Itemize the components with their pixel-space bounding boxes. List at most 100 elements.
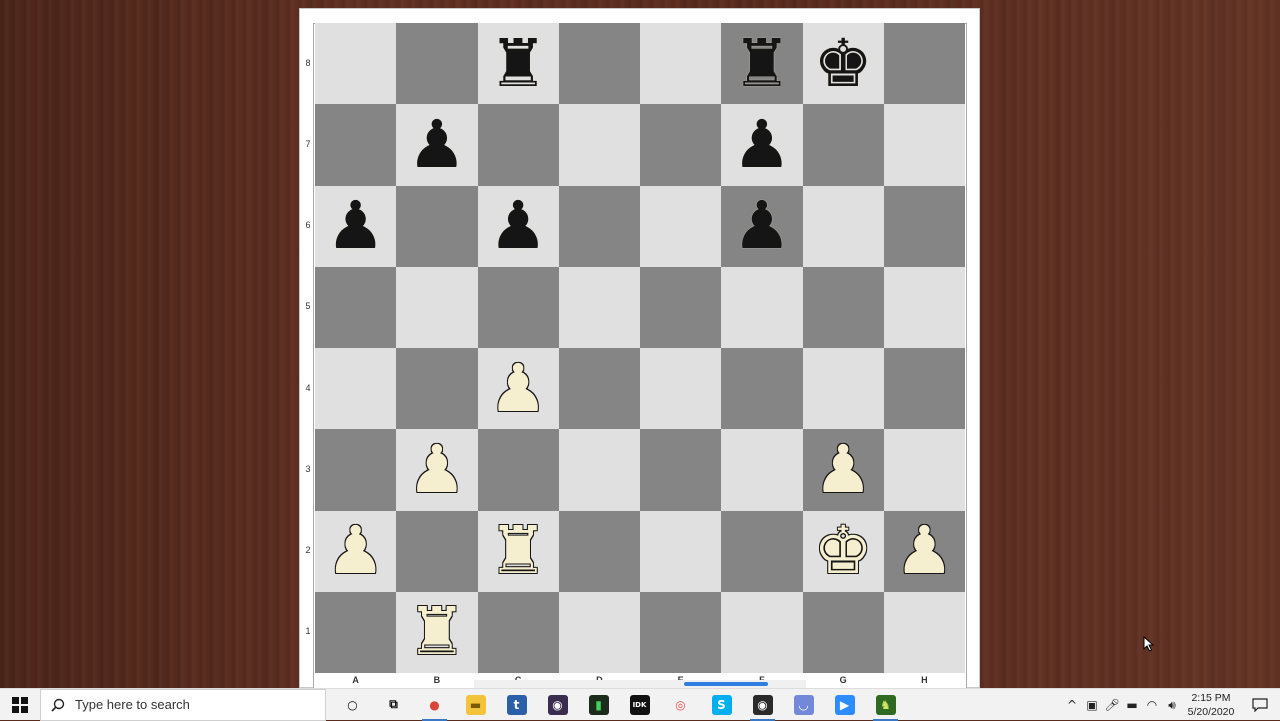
white-pawn-g3[interactable]: ♟ [814,436,873,503]
square-d3[interactable] [558,429,640,511]
square-d5[interactable] [558,266,640,348]
microphone-icon[interactable]: 🎤︎ [1102,689,1122,721]
square-c6[interactable]: ♟ [477,185,559,267]
square-g4[interactable] [802,348,884,430]
square-h7[interactable] [883,104,965,186]
square-e6[interactable] [640,185,722,267]
square-c1[interactable] [477,591,559,673]
white-pawn-b3[interactable]: ♟ [407,436,466,503]
taskbar-obs-button[interactable]: ◉ [537,689,578,721]
square-h3[interactable] [883,429,965,511]
square-e1[interactable] [640,591,722,673]
square-d6[interactable] [558,185,640,267]
square-d2[interactable] [558,510,640,592]
square-d4[interactable] [558,348,640,430]
square-a1[interactable] [315,591,397,673]
square-f1[interactable] [721,591,803,673]
square-h8[interactable] [883,23,965,105]
taskbar-zoom-button[interactable]: ▶ [824,689,865,721]
square-b2[interactable] [396,510,478,592]
square-f7[interactable]: ♟ [721,104,803,186]
battery-icon[interactable]: ▬ [1122,689,1142,721]
taskbar-skype-button[interactable]: S [701,689,742,721]
square-f4[interactable] [721,348,803,430]
square-a8[interactable] [315,23,397,105]
horizontal-scrollbar[interactable] [474,680,806,688]
square-c7[interactable] [477,104,559,186]
square-g1[interactable] [802,591,884,673]
square-g6[interactable] [802,185,884,267]
white-pawn-c4[interactable]: ♟ [489,355,548,422]
show-hidden-icons-button[interactable]: ^ [1062,689,1082,721]
square-b1[interactable]: ♜ [396,591,478,673]
square-f3[interactable] [721,429,803,511]
clock[interactable]: 2:15 PM 5/20/2020 [1182,691,1240,719]
white-king-g2[interactable]: ♚ [814,518,873,584]
taskbar-search-box[interactable]: Type here to search [40,688,326,721]
square-g2[interactable]: ♚ [802,510,884,592]
square-b4[interactable] [396,348,478,430]
wifi-icon[interactable]: ◠ [1142,689,1162,721]
square-h5[interactable] [883,266,965,348]
black-pawn-f7[interactable]: ♟ [732,111,791,178]
square-a2[interactable]: ♟ [315,510,397,592]
square-a6[interactable]: ♟ [315,185,397,267]
black-rook-c8[interactable]: ♜ [489,30,548,97]
taskbar-audio-meter-button[interactable]: ▮ [578,689,619,721]
white-rook-c2[interactable]: ♜ [489,518,548,584]
taskbar-discord-button[interactable]: ◡ [783,689,824,721]
square-a7[interactable] [315,104,397,186]
chess-board[interactable]: ♜ ♜ ♚ ♟ ♟ ♟ ♟ ♟ ♟ ♟ ♟ ♟ ♜ ♚ ♟ ♜ [315,23,965,673]
square-c2[interactable]: ♜ [477,510,559,592]
taskbar-chrome-button[interactable]: ● [414,689,455,721]
square-e4[interactable] [640,348,722,430]
square-d7[interactable] [558,104,640,186]
square-a4[interactable] [315,348,397,430]
square-g5[interactable] [802,266,884,348]
square-b6[interactable] [396,185,478,267]
square-d1[interactable] [558,591,640,673]
black-king-g8[interactable]: ♚ [814,30,873,97]
square-a5[interactable] [315,266,397,348]
taskbar-ring-app-button[interactable]: ◎ [660,689,701,721]
square-e2[interactable] [640,510,722,592]
square-h2[interactable]: ♟ [883,510,965,592]
start-button[interactable] [0,689,40,721]
notifications-icon[interactable] [1240,689,1280,721]
square-g7[interactable] [802,104,884,186]
square-b7[interactable]: ♟ [396,104,478,186]
square-c3[interactable] [477,429,559,511]
taskbar-task-view-button[interactable]: ⧉ [373,689,414,721]
square-c5[interactable] [477,266,559,348]
square-e8[interactable] [640,23,722,105]
square-a3[interactable] [315,429,397,511]
white-rook-b1[interactable]: ♜ [407,599,466,665]
white-pawn-h2[interactable]: ♟ [895,518,954,584]
square-f2[interactable] [721,510,803,592]
square-h1[interactable] [883,591,965,673]
taskbar-chess-app-button[interactable]: ♞ [865,689,906,721]
black-rook-f8[interactable]: ♜ [732,30,791,97]
square-g8[interactable]: ♚ [802,23,884,105]
square-d8[interactable] [558,23,640,105]
black-pawn-c6[interactable]: ♟ [489,193,548,259]
scrollbar-thumb[interactable] [684,682,768,686]
square-f6[interactable]: ♟ [721,185,803,267]
taskbar-typora-button[interactable]: t [496,689,537,721]
square-b3[interactable]: ♟ [396,429,478,511]
taskbar-file-explorer-button[interactable]: ▬ [455,689,496,721]
square-f8[interactable]: ♜ [721,23,803,105]
volume-icon[interactable]: 🔊︎ [1162,689,1182,721]
square-c4[interactable]: ♟ [477,348,559,430]
black-pawn-b7[interactable]: ♟ [407,111,466,178]
square-e7[interactable] [640,104,722,186]
taskbar-obs-studio-button[interactable]: ◉ [742,689,783,721]
square-e3[interactable] [640,429,722,511]
square-b8[interactable] [396,23,478,105]
app-tray-icon[interactable]: ▣ [1082,689,1102,721]
square-e5[interactable] [640,266,722,348]
square-f5[interactable] [721,266,803,348]
taskbar-idk-app-button[interactable]: IDK [619,689,660,721]
taskbar-cortana-button[interactable]: ○ [332,689,373,721]
white-pawn-a2[interactable]: ♟ [326,518,385,584]
